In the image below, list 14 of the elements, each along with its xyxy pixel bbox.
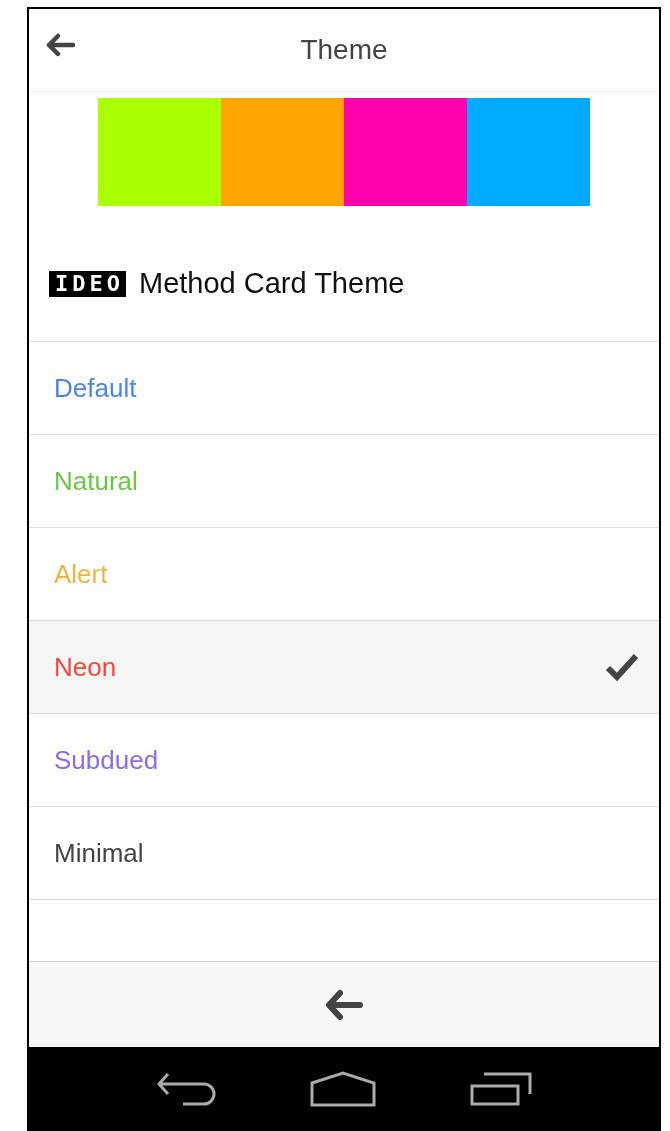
logo: IDEO <box>49 270 126 297</box>
theme-option[interactable]: Default <box>29 342 659 435</box>
recent-apps-icon[interactable] <box>470 1072 532 1106</box>
theme-option[interactable]: Subdued <box>29 714 659 807</box>
back-arrow-icon[interactable] <box>45 33 75 57</box>
section-heading: Method Card Theme <box>139 267 405 300</box>
screen-title: Theme <box>300 34 388 66</box>
checkmark-icon <box>605 652 639 682</box>
theme-option[interactable]: Neon <box>29 621 659 714</box>
theme-option[interactable]: Natural <box>29 435 659 528</box>
back-arrow-icon[interactable] <box>324 988 364 1021</box>
home-icon[interactable] <box>310 1071 376 1107</box>
back-icon[interactable] <box>156 1072 216 1106</box>
theme-option[interactable]: Minimal <box>29 807 659 900</box>
